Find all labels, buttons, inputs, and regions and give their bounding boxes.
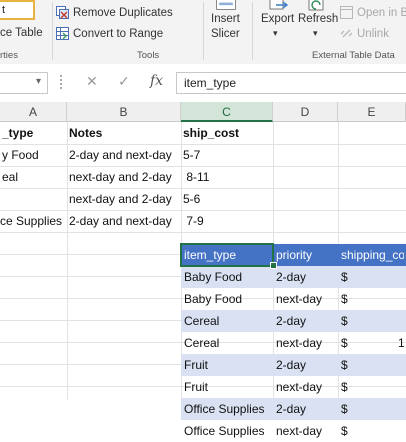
source-cell-cost[interactable]: 7-9 — [183, 210, 271, 232]
export-button[interactable]: Export ▾ — [258, 0, 298, 46]
result-cell-shipping-cost[interactable]: $ — [341, 332, 404, 354]
group-separator — [52, 2, 53, 60]
result-cell-priority[interactable]: 2-day — [276, 354, 336, 376]
result-cell-shipping-value[interactable] — [398, 266, 406, 288]
convert-to-range-label: Convert to Range — [73, 27, 164, 40]
insert-slicer-label-2: Slicer — [211, 28, 240, 40]
remove-duplicates-icon — [56, 6, 69, 19]
column-header-e[interactable]: E — [338, 102, 406, 122]
table-name-field[interactable]: t — [0, 0, 35, 20]
convert-to-range-button[interactable]: Convert to Range — [56, 27, 163, 40]
source-header-notes[interactable]: Notes — [69, 122, 179, 144]
source-cell-item[interactable]: y Food — [2, 144, 65, 166]
refresh-icon — [308, 0, 324, 11]
result-cell-priority[interactable]: next-day — [276, 376, 336, 398]
result-cell-shipping-cost[interactable]: $ — [341, 398, 404, 420]
result-cell-shipping-value[interactable] — [398, 310, 406, 332]
source-cell-item[interactable]: ce Supplies — [0, 210, 65, 232]
column-header-a[interactable]: A — [0, 102, 67, 122]
source-cell-cost[interactable]: 5-7 — [183, 144, 271, 166]
column-gridline — [67, 122, 68, 400]
chevron-down-icon: ▾ — [36, 76, 42, 87]
open-in-browser-icon — [340, 6, 353, 19]
result-cell-item-type[interactable]: Cereal — [184, 310, 271, 332]
insert-slicer-label-1: Insert — [211, 13, 240, 25]
refresh-button[interactable]: Refresh ▾ — [298, 0, 338, 46]
group-separator — [252, 2, 253, 60]
resize-table-button[interactable]: ce Table — [0, 27, 43, 39]
result-cell-shipping-cost[interactable]: $ — [341, 310, 404, 332]
convert-to-range-icon — [56, 27, 69, 40]
source-cell-item[interactable]: eal — [2, 166, 65, 188]
result-cell-item-type[interactable]: Fruit — [184, 354, 271, 376]
name-box[interactable]: ▾ — [0, 72, 48, 94]
result-header-shipping-cost[interactable]: shipping_co — [341, 244, 404, 266]
source-cell-cost[interactable]: 5-6 — [183, 188, 271, 210]
result-cell-item-type[interactable]: Fruit — [184, 376, 271, 398]
chevron-down-icon: ▾ — [313, 28, 318, 38]
formula-input[interactable]: item_type — [176, 72, 406, 94]
slicer-icon — [216, 0, 236, 10]
result-cell-shipping-value[interactable] — [398, 420, 406, 442]
result-cell-shipping-value[interactable] — [398, 376, 406, 398]
unlink-icon — [340, 29, 353, 38]
insert-slicer-button[interactable]: Insert Slicer — [208, 0, 244, 46]
result-cell-priority[interactable]: next-day — [276, 420, 336, 442]
result-cell-item-type[interactable]: Baby Food — [184, 266, 271, 288]
active-cell-selection — [180, 243, 274, 267]
cancel-icon[interactable]: ✕ — [86, 73, 98, 90]
result-cell-priority[interactable]: next-day — [276, 332, 336, 354]
result-cell-item-type[interactable]: Office Supplies — [184, 420, 271, 442]
result-cell-shipping-cost[interactable]: $ — [341, 266, 404, 288]
result-cell-shipping-cost[interactable]: $ — [341, 376, 404, 398]
result-cell-shipping-cost[interactable]: $ — [341, 420, 404, 442]
unlink-button[interactable]: Unlink — [340, 27, 389, 40]
ribbon: t ce Table rties Remove Duplicates Conve… — [0, 0, 406, 65]
external-table-data-group-label: External Table Data — [312, 50, 395, 61]
result-cell-priority[interactable]: 2-day — [276, 266, 336, 288]
source-cell-cost[interactable]: 8-11 — [183, 166, 271, 188]
source-cell-notes[interactable]: 2-day and next-day — [69, 210, 179, 232]
column-header-d[interactable]: D — [273, 102, 338, 122]
tools-group-label: Tools — [137, 50, 160, 61]
properties-group-label: rties — [0, 50, 18, 61]
result-cell-item-type[interactable]: Cereal — [184, 332, 271, 354]
open-in-browser-button[interactable]: Open in Br — [340, 6, 406, 19]
result-cell-shipping-value[interactable] — [398, 398, 406, 420]
result-cell-shipping-value[interactable] — [398, 354, 406, 376]
result-cell-item-type[interactable]: Office Supplies — [184, 398, 271, 420]
unlink-label: Unlink — [357, 27, 389, 40]
result-header-priority[interactable]: priority — [276, 244, 336, 266]
source-header-ship-cost[interactable]: ship_cost — [183, 122, 271, 144]
result-cell-priority[interactable]: 2-day — [276, 398, 336, 420]
column-header-b[interactable]: B — [67, 102, 181, 122]
source-cell-notes[interactable]: next-day and 2-day — [69, 166, 179, 188]
fill-handle[interactable] — [270, 262, 277, 269]
column-header-c[interactable]: C — [181, 102, 273, 122]
export-label: Export — [261, 13, 295, 25]
formula-bar: ▾ ✕ ✓ fx item_type — [0, 64, 406, 103]
open-in-browser-label: Open in Br — [357, 6, 406, 19]
insert-function-icon[interactable]: fx — [150, 73, 163, 89]
source-header-item-type[interactable]: _type — [2, 122, 65, 144]
source-cell-notes[interactable]: 2-day and next-day — [69, 144, 179, 166]
result-cell-shipping-cost[interactable]: $ — [341, 354, 404, 376]
result-cell-priority[interactable]: next-day — [276, 288, 336, 310]
enter-icon[interactable]: ✓ — [118, 73, 130, 90]
result-cell-item-type[interactable]: Baby Food — [184, 288, 271, 310]
group-separator — [203, 2, 204, 60]
result-cell-shipping-value[interactable]: 1 — [398, 332, 406, 354]
formula-bar-grip[interactable] — [60, 75, 65, 89]
result-cell-priority[interactable]: 2-day — [276, 310, 336, 332]
source-cell-item[interactable] — [2, 188, 65, 210]
result-cell-shipping-cost[interactable]: $ — [341, 288, 404, 310]
chevron-down-icon: ▾ — [273, 28, 278, 38]
refresh-label: Refresh — [298, 13, 339, 25]
remove-duplicates-button[interactable]: Remove Duplicates — [56, 6, 173, 19]
export-icon — [269, 0, 288, 10]
remove-duplicates-label: Remove Duplicates — [73, 6, 173, 19]
source-cell-notes[interactable]: next-day and 2-day — [69, 188, 179, 210]
row-gridline — [0, 232, 406, 233]
result-cell-shipping-value[interactable] — [398, 288, 406, 310]
